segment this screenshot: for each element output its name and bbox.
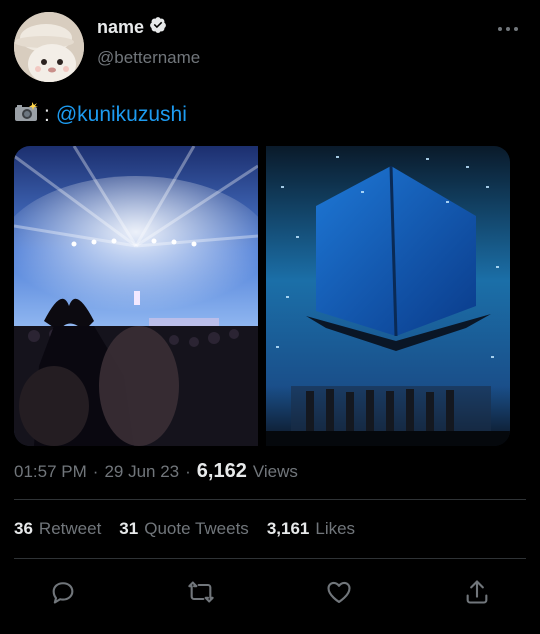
likes-stat[interactable]: 3,161 Likes <box>267 519 355 539</box>
meta-separator: · <box>185 462 191 481</box>
author-name-row[interactable]: name <box>97 16 167 39</box>
retweets-count: 36 <box>14 519 33 538</box>
reply-icon[interactable] <box>49 578 77 606</box>
retweets-label: Retweet <box>38 519 102 538</box>
quotes-count: 31 <box>119 519 139 538</box>
retweet-icon[interactable] <box>187 578 215 606</box>
divider <box>14 558 526 559</box>
tweet-meta: 01:57 PM · 29 Jun 23 · 6,162 Views <box>14 460 298 483</box>
timestamp-time[interactable]: 01:57 PM <box>14 462 87 482</box>
quotes-stat[interactable]: 31 Quote Tweets <box>119 519 249 539</box>
divider <box>14 499 526 500</box>
more-options-icon[interactable] <box>496 22 520 34</box>
avatar-image <box>14 12 84 82</box>
mention-link[interactable]: @kunikuzushi <box>56 103 187 127</box>
photo-concert-heart-hands[interactable] <box>14 146 258 446</box>
display-name[interactable]: name <box>97 17 144 38</box>
tweet-text: : @kunikuzushi <box>14 102 187 128</box>
heart-icon[interactable] <box>325 578 353 606</box>
engagement-stats: 36 Retweet 31 Quote Tweets 3,161 Likes <box>14 519 355 539</box>
likes-label: Likes <box>315 519 356 538</box>
avatar[interactable] <box>14 12 84 82</box>
timestamp-date[interactable]: 29 Jun 23 <box>104 462 179 482</box>
caption-colon: : <box>44 103 50 126</box>
author-handle[interactable]: @bettername <box>97 48 200 68</box>
verified-badge-icon <box>149 16 167 39</box>
media-grid <box>14 146 510 446</box>
retweets-stat[interactable]: 36 Retweet <box>14 519 101 539</box>
quotes-label: Quote Tweets <box>144 519 249 538</box>
camera-flash-icon <box>14 102 38 128</box>
photo-stage-cube[interactable] <box>266 146 510 446</box>
likes-count: 3,161 <box>266 519 310 538</box>
share-icon[interactable] <box>463 578 491 606</box>
action-bar <box>0 572 540 612</box>
meta-separator: · <box>92 462 99 481</box>
views-count: 6,162 <box>196 460 247 482</box>
views-label: Views <box>252 462 298 481</box>
